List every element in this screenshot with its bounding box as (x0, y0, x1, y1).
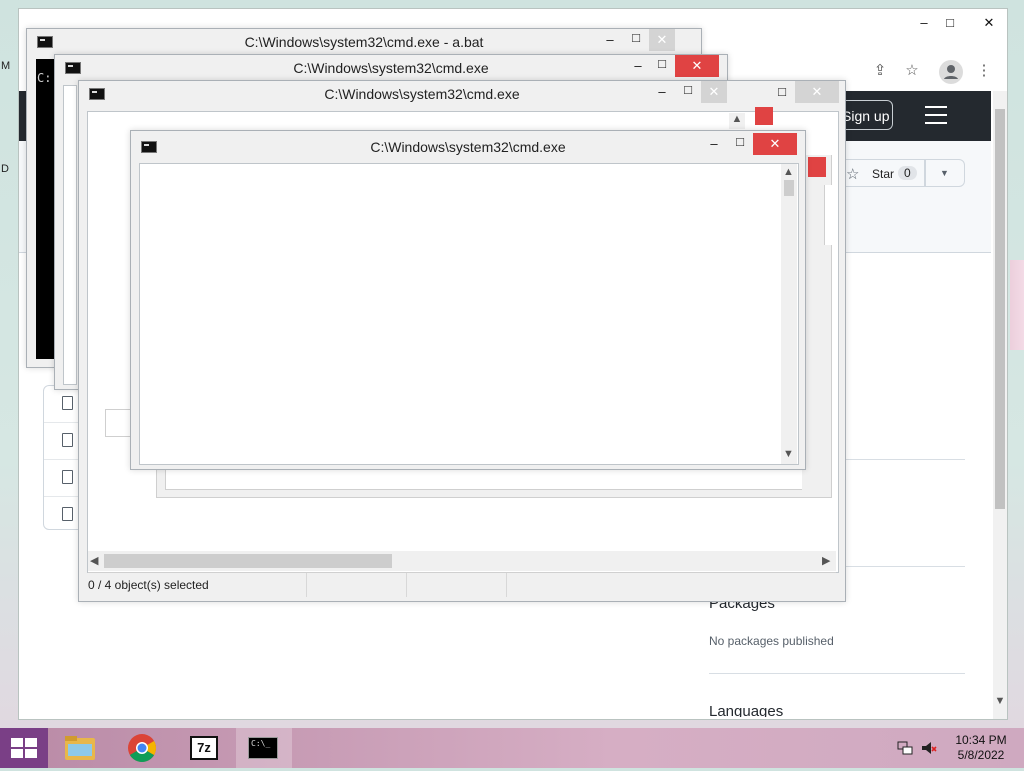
maximize-button[interactable]: □ (769, 81, 795, 103)
taskbar-command-prompt[interactable]: C:\_ (236, 728, 292, 768)
scrollbar-thumb[interactable] (104, 554, 392, 568)
scroll-down-arrow-icon[interactable]: ▼ (783, 448, 794, 460)
console-output[interactable] (139, 163, 799, 465)
desktop-icon-label-d: D (1, 163, 9, 175)
inner-frame (105, 409, 131, 437)
taskbar: 7z C:\_ 10:34 PM 5/8/2022 (0, 728, 1024, 768)
bookmark-star-icon[interactable]: ☆ (901, 60, 923, 82)
packages-text: No packages published (709, 634, 834, 648)
close-button[interactable]: ✕ (649, 29, 675, 51)
network-icon[interactable] (896, 739, 914, 757)
status-bar: 0 / 4 object(s) selected (88, 572, 836, 597)
maximize-button[interactable]: □ (727, 131, 753, 153)
clock-time: 10:34 PM (955, 733, 1007, 747)
close-button[interactable]: ✕ (795, 81, 839, 103)
hamburger-menu-icon[interactable] (925, 106, 947, 124)
sidebar-divider (709, 673, 965, 674)
desktop-wallpaper (1010, 260, 1024, 350)
star-icon: ☆ (846, 166, 860, 183)
scroll-up-arrow-icon[interactable]: ▲ (783, 166, 794, 178)
star-label: Star (872, 167, 895, 181)
horizontal-scrollbar[interactable]: ◀ ▶ (88, 551, 836, 571)
maximize-button[interactable]: □ (649, 53, 675, 75)
file-icon (62, 433, 73, 447)
window-frame-remnant (802, 155, 832, 495)
taskbar-file-explorer[interactable] (52, 728, 108, 768)
cmd-icon: C:\_ (248, 737, 278, 759)
page-scrollbar[interactable]: ▼ (993, 91, 1007, 719)
file-icon (62, 396, 73, 410)
maximize-button[interactable]: □ (675, 79, 701, 101)
minimize-button[interactable]: – (597, 29, 623, 51)
chrome-menu-icon[interactable]: ⋮ (973, 60, 995, 82)
person-icon (944, 65, 958, 79)
chrome-icon (128, 734, 156, 762)
console-output[interactable]: C: (36, 59, 54, 359)
star-count: 0 (898, 166, 917, 180)
scrollbar-thumb[interactable] (995, 109, 1005, 509)
scroll-right-arrow-icon[interactable]: ▶ (822, 554, 830, 567)
vertical-scrollbar[interactable]: ▲ ▼ (781, 164, 797, 464)
chevron-down-icon: ▼ (940, 168, 949, 178)
star-button[interactable]: ☆ Star 0 (837, 159, 925, 187)
console-output[interactable] (63, 85, 77, 385)
star-dropdown-button[interactable]: ▼ (925, 159, 965, 187)
profile-avatar[interactable] (939, 60, 963, 84)
taskbar-chrome[interactable] (114, 728, 170, 768)
windows-logo-icon (11, 738, 37, 758)
volume-muted-icon[interactable] (920, 739, 938, 757)
sidebar-divider (845, 459, 965, 460)
7zip-icon: 7z (190, 736, 218, 760)
status-cell: 0 / 4 object(s) selected (88, 573, 307, 597)
scroll-left-arrow-icon[interactable]: ◀ (90, 554, 98, 567)
maximize-button[interactable]: □ (623, 27, 649, 49)
file-icon (62, 470, 73, 484)
scroll-up-arrow-icon[interactable]: ▲ (729, 113, 745, 129)
desktop-icon-label-m: M (1, 60, 11, 72)
chrome-maximize-button[interactable]: □ (937, 12, 963, 34)
minimize-button[interactable]: – (649, 81, 675, 103)
cmd-titlebar[interactable]: C:\Windows\system32\cmd.exe – □ ✕ (131, 131, 805, 161)
folder-icon (65, 736, 95, 760)
status-cell (406, 573, 507, 597)
languages-heading: Languages (709, 703, 784, 717)
console-prompt: C: (37, 71, 52, 85)
close-button[interactable]: ✕ (675, 55, 719, 77)
cmd-window-front: C:\Windows\system32\cmd.exe – □ ✕ ▲ ▼ (130, 130, 806, 470)
minimize-button[interactable]: – (701, 133, 727, 155)
selection-status: 0 / 4 object(s) selected (88, 578, 209, 592)
chrome-minimize-button[interactable]: – (911, 12, 937, 34)
minimize-button[interactable]: – (625, 55, 651, 77)
cmd-titlebar[interactable]: C:\Windows\system32\cmd.exe – □ ✕ (55, 55, 727, 81)
share-icon[interactable]: ⇪ (869, 60, 891, 82)
close-button-fragment[interactable] (808, 157, 826, 177)
start-button[interactable] (0, 728, 48, 768)
clock-date: 5/8/2022 (957, 748, 1005, 762)
close-button-fragment[interactable] (755, 107, 773, 125)
window-frame-inner (824, 185, 832, 245)
taskbar-7zip[interactable]: 7z (176, 728, 232, 768)
scroll-down-arrow-icon[interactable]: ▼ (993, 695, 1007, 707)
file-icon (62, 507, 73, 521)
scrollbar-thumb[interactable] (784, 180, 794, 196)
cmd-titlebar[interactable]: C:\Windows\system32\cmd.exe – □ ✕ □ ✕ (79, 81, 845, 107)
chrome-close-button[interactable]: ✕ (969, 12, 1009, 34)
close-button[interactable]: ✕ (753, 133, 797, 155)
cmd-titlebar[interactable]: C:\Windows\system32\cmd.exe - a.bat – □ … (27, 29, 701, 55)
status-cell (306, 573, 407, 597)
system-clock[interactable]: 10:34 PM 5/8/2022 (946, 733, 1016, 763)
close-button[interactable]: ✕ (701, 81, 727, 103)
